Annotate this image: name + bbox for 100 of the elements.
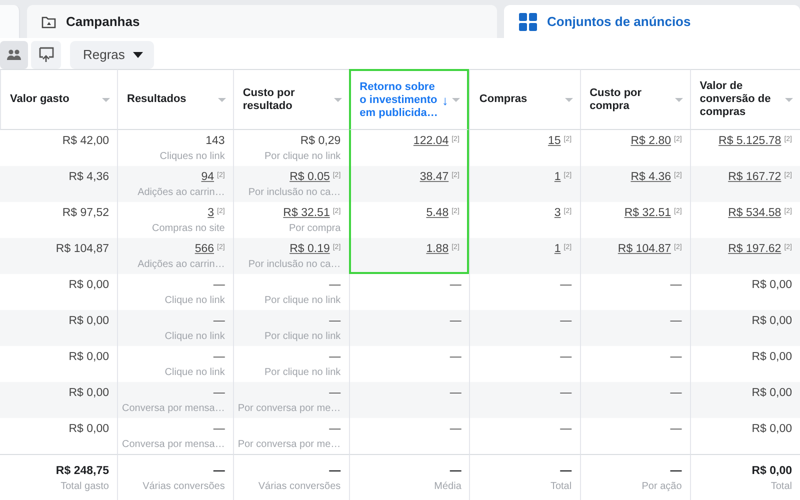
cell-caption: Por inclusão no ca…: [248, 259, 341, 270]
dropdown-caret-icon: [102, 98, 110, 102]
cell-caption: Média: [434, 481, 462, 492]
toolbar-button[interactable]: [31, 40, 61, 68]
cell-value[interactable]: R$ 104.87: [618, 243, 671, 255]
column-header[interactable]: Retorno sobre o investimento em publicida… ↓: [348, 69, 470, 130]
cell-value[interactable]: 1: [554, 243, 561, 255]
cell-value[interactable]: 5.48: [426, 207, 449, 219]
dropdown-caret-icon: [674, 98, 683, 102]
cell-caption: Clique no link: [164, 331, 225, 342]
cell-caption: Conversa por mensa…: [122, 439, 225, 450]
dropdown-caret-icon: [452, 98, 460, 102]
cell-value: —: [670, 351, 682, 363]
dropdown-caret-icon: [564, 98, 573, 102]
cell-value: —: [213, 465, 225, 477]
cell-caption: Por ação: [642, 481, 682, 492]
cell-value[interactable]: 15: [548, 135, 561, 147]
cell-value[interactable]: R$ 0.19: [290, 243, 330, 255]
cell-value[interactable]: R$ 5.125.78: [718, 135, 782, 147]
tab[interactable]: Campanhas: [27, 5, 497, 38]
cell-value: —: [329, 351, 341, 363]
cell-value: R$ 97,52: [62, 207, 109, 219]
dropdown-caret-icon: [218, 98, 226, 102]
cell-caption: Várias conversões: [142, 481, 225, 492]
column-header[interactable]: Custo por resultado: [232, 69, 349, 130]
column-header[interactable]: Resultados: [117, 69, 233, 130]
cell-value: R$ 104,87: [56, 243, 109, 255]
cell-caption: Por conversa por me…: [238, 403, 341, 414]
cell-value: R$ 0,00: [752, 423, 792, 435]
cell-value: R$ 0,00: [68, 279, 109, 291]
cell-value: —: [450, 423, 462, 435]
cell-value[interactable]: 3: [554, 207, 561, 219]
cell-value: R$ 0,00: [68, 387, 109, 399]
cell-caption: Compras no site: [152, 223, 225, 234]
cell-value[interactable]: R$ 32.51: [283, 207, 330, 219]
cell-value: R$ 0,00: [68, 351, 109, 363]
cell-value[interactable]: 566: [194, 243, 214, 255]
cell-caption: Total gasto: [60, 481, 109, 492]
cell-caption: Por inclusão no ca…: [248, 187, 341, 198]
cell-value: R$ 0,00: [752, 279, 792, 291]
cell-value: —: [213, 315, 225, 327]
cell-value: —: [670, 279, 682, 291]
cell-value[interactable]: R$ 167.72: [728, 171, 782, 183]
cell-value: R$ 4,36: [68, 171, 109, 183]
cell-value: R$ 42,00: [62, 135, 109, 147]
cell-value[interactable]: 1: [554, 171, 561, 183]
cell-value: —: [329, 465, 341, 477]
cell-value[interactable]: R$ 197.62: [728, 243, 782, 255]
tab[interactable]: Conjuntos de anúncios: [504, 5, 800, 38]
cell-value: —: [670, 465, 682, 477]
caret-icon: [132, 52, 143, 58]
cell-value: R$ 0,00: [752, 315, 792, 327]
cell-value: —: [560, 423, 572, 435]
cell-caption: Clique no link: [164, 295, 225, 306]
cell-caption: Cliques no link: [160, 151, 225, 162]
cell-value: —: [213, 351, 225, 363]
cell-value: —: [670, 423, 682, 435]
cell-value: 143: [206, 135, 225, 147]
grid-icon: [518, 12, 538, 32]
cell-value: —: [560, 279, 572, 291]
cell-value: R$ 0,00: [752, 351, 792, 363]
column-header[interactable]: Compras: [469, 69, 580, 130]
cell-value: —: [329, 315, 341, 327]
cell-value: —: [450, 279, 462, 291]
cell-value: —: [450, 465, 462, 477]
rules-dropdown[interactable]: Regras: [70, 40, 154, 68]
cell-value: R$ 248,75: [56, 465, 109, 477]
toolbar-button[interactable]: [0, 40, 28, 68]
column-header[interactable]: Valor gasto: [0, 69, 117, 130]
cell-value[interactable]: 1.88: [426, 243, 449, 255]
column-header[interactable]: Valor de conversão de compras: [690, 69, 800, 130]
cell-value[interactable]: R$ 32.51: [624, 207, 671, 219]
cell-caption: Por conversa por me…: [238, 439, 341, 450]
column-header[interactable]: Custo por compra: [580, 69, 690, 130]
cell-caption: Clique no link: [164, 367, 225, 378]
cell-value[interactable]: R$ 534.58: [728, 207, 782, 219]
cell-value: —: [450, 387, 462, 399]
cell-value[interactable]: 3: [208, 207, 214, 219]
cell-value[interactable]: R$ 4.36: [630, 171, 671, 183]
cell-value[interactable]: 38.47: [420, 171, 449, 183]
cell-value: —: [670, 387, 682, 399]
cell-caption: Por clique no link: [264, 367, 341, 378]
cell-caption: Por clique no link: [264, 151, 341, 162]
cell-value: R$ 0,00: [68, 423, 109, 435]
cell-value: —: [560, 387, 572, 399]
cell-value: —: [329, 279, 341, 291]
cell-value: —: [213, 387, 225, 399]
cell-value: —: [213, 279, 225, 291]
cell-value: R$ 0,00: [752, 387, 792, 399]
cell-caption: Total: [770, 481, 792, 492]
cell-value[interactable]: R$ 2.80: [630, 135, 671, 147]
cell-caption: Por compra: [288, 223, 341, 234]
cell-caption: Adições ao carrin…: [138, 187, 225, 198]
cell-value: —: [450, 315, 462, 327]
cell-value[interactable]: R$ 0.05: [290, 171, 330, 183]
cell-value[interactable]: 122.04: [413, 135, 449, 147]
dropdown-caret-icon: [334, 98, 342, 102]
cell-value[interactable]: 94: [201, 171, 214, 183]
cell-caption: Por clique no link: [264, 331, 341, 342]
cell-value: —: [670, 315, 682, 327]
